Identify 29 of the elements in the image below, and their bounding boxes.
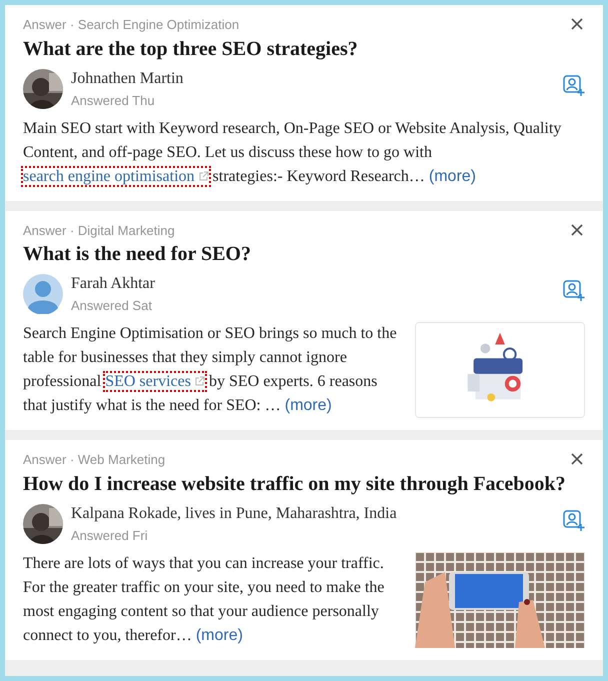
answer-text: Main SEO start with Keyword research, On-Page SEO or Website Analysis, Quality Content, and off-page SEO. Let us discuss these how to go with search engine optimisation strategies:- Keyword Research… (more)	[23, 118, 562, 186]
add-person-icon[interactable]	[563, 510, 585, 532]
answered-date: Answered Fri	[71, 526, 149, 544]
answer-meta: Answer · Web Marketing	[23, 451, 166, 469]
question-title[interactable]: What is the need for SEO?	[23, 242, 585, 266]
close-icon[interactable]	[571, 453, 583, 465]
author-name[interactable]: Johnathen Martin	[71, 68, 555, 88]
more-link[interactable]: (more)	[196, 626, 243, 644]
close-icon[interactable]	[571, 224, 583, 236]
answer-text: Search Engine Optimisation or SEO brings so much to the table for businesses that they simply cannot ignore professional SEO services by SEO experts. 6 reasons that justify what is the need for SEO: … (more)	[23, 324, 398, 416]
author-name[interactable]: Farah Akhtar	[71, 274, 555, 294]
answer-link[interactable]: SEO services	[105, 373, 205, 390]
answer-meta: Answer · Search Engine Optimization	[23, 16, 240, 34]
more-link[interactable]: (more)	[284, 397, 332, 414]
question-title[interactable]: What are the top three SEO strategies?	[23, 36, 585, 60]
answer-meta: Answer · Digital Marketing	[23, 222, 175, 240]
answer-link[interactable]: search engine optimisation	[23, 168, 209, 184]
answered-date: Answered Sat	[71, 297, 153, 315]
answered-date: Answered Thu	[71, 92, 156, 110]
add-person-icon[interactable]	[563, 280, 585, 302]
answer-text: There are lots of ways that you can increase your traffic. For the greater traffic on your site, you need to make the most engaging content so that your audience personally connect to you, therefor… (more)	[23, 554, 386, 646]
external-link-icon	[198, 170, 209, 180]
more-link[interactable]: (more)	[428, 168, 476, 184]
avatar-icon	[23, 274, 63, 314]
author-name[interactable]: Kalpana Rokade, lives in Pune, Maharashtra, India	[71, 504, 555, 524]
close-icon[interactable]	[571, 18, 583, 30]
add-person-icon[interactable]	[563, 74, 585, 96]
question-title[interactable]: How do I increase website traffic on my site through Facebook?	[23, 472, 585, 496]
external-link-icon	[194, 376, 205, 386]
